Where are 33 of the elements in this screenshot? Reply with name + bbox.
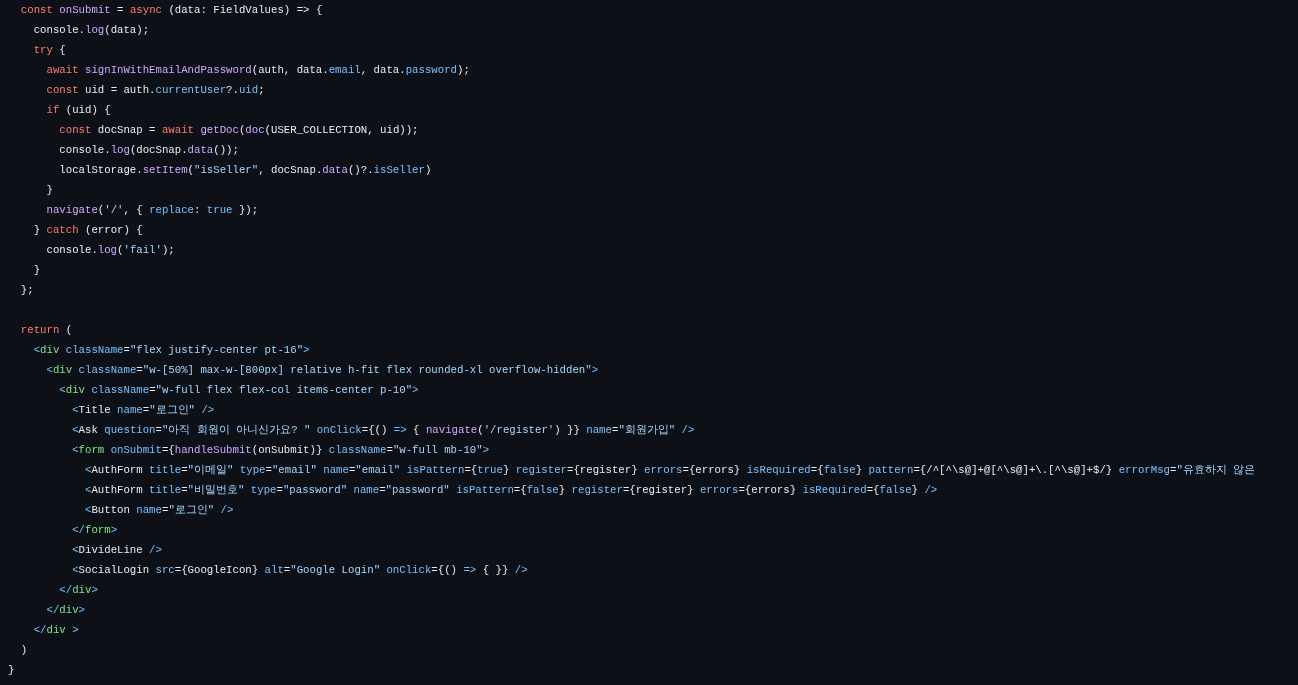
code-line: const uid = auth.currentUser?.uid; xyxy=(45,83,265,98)
code-line: <SocialLogin src={GoogleIcon} alt="Google Login" onClick={() => { }} /> xyxy=(71,563,528,578)
code-line: if (uid) { xyxy=(45,103,111,118)
code-line: <Title name="로그인" /> xyxy=(71,403,215,418)
code-line: return ( xyxy=(19,323,73,338)
code-line: const docSnap = await getDoc(doc(USER_COLLECTION, uid)); xyxy=(58,123,419,138)
code-line: localStorage.setItem("isSeller", docSnap.data()?.isSeller) xyxy=(58,163,432,178)
code-line: <Button name="로그인" /> xyxy=(83,503,234,518)
code-line: <div className="w-full flex flex-col items-center p-10"> xyxy=(58,383,419,398)
code-line: console.log('fail'); xyxy=(45,243,175,258)
code-line: <div className="flex justify-center pt-16"> xyxy=(32,343,310,358)
code-line: </div> xyxy=(45,603,85,618)
code-line: <Ask question="아직 회원이 아니신가요? " onClick={() => { navigate('/register') }} name="회원가입" /> xyxy=(71,423,695,438)
code-line: ) xyxy=(19,643,28,658)
code-line: <AuthForm title="이메일" type="email" name="email" isPattern={true} register={register} errors={errors} isRequired={false} pattern={/^[^\s@]+@[^\s@]+\.[^\s@]+$/} errorMsg="유효하지 않은 xyxy=(83,463,1256,478)
code-line: <AuthForm title="비밀번호" type="password" name="password" isPattern={false} register={register} errors={errors} isRequired={false} /> xyxy=(83,483,938,498)
code-line: } catch (error) { xyxy=(32,223,143,238)
code-line: </div > xyxy=(32,623,79,638)
code-line: <div className="w-[50%] max-w-[800px] relative h-fit flex rounded-xl overflow-hidden"> xyxy=(45,363,599,378)
code-line: console.log(data); xyxy=(32,23,150,38)
code-line: </div> xyxy=(58,583,98,598)
code-line: const onSubmit = async (data: FieldValues) => { xyxy=(19,3,323,18)
code-line: }; xyxy=(19,283,34,298)
code-line: try { xyxy=(32,43,66,58)
code-line: <DivideLine /> xyxy=(71,543,162,558)
code-line: </form> xyxy=(71,523,118,538)
code-line: } xyxy=(45,183,53,198)
code-line: navigate('/', { replace: true }); xyxy=(45,203,259,218)
code-line: } xyxy=(8,663,15,678)
code-line: console.log(docSnap.data()); xyxy=(58,143,239,158)
code-line: <form onSubmit={handleSubmit(onSubmit)} className="w-full mb-10"> xyxy=(71,443,490,458)
code-line: } xyxy=(32,263,41,278)
code-line: await signInWithEmailAndPassword(auth, data.email, data.password); xyxy=(45,63,470,78)
